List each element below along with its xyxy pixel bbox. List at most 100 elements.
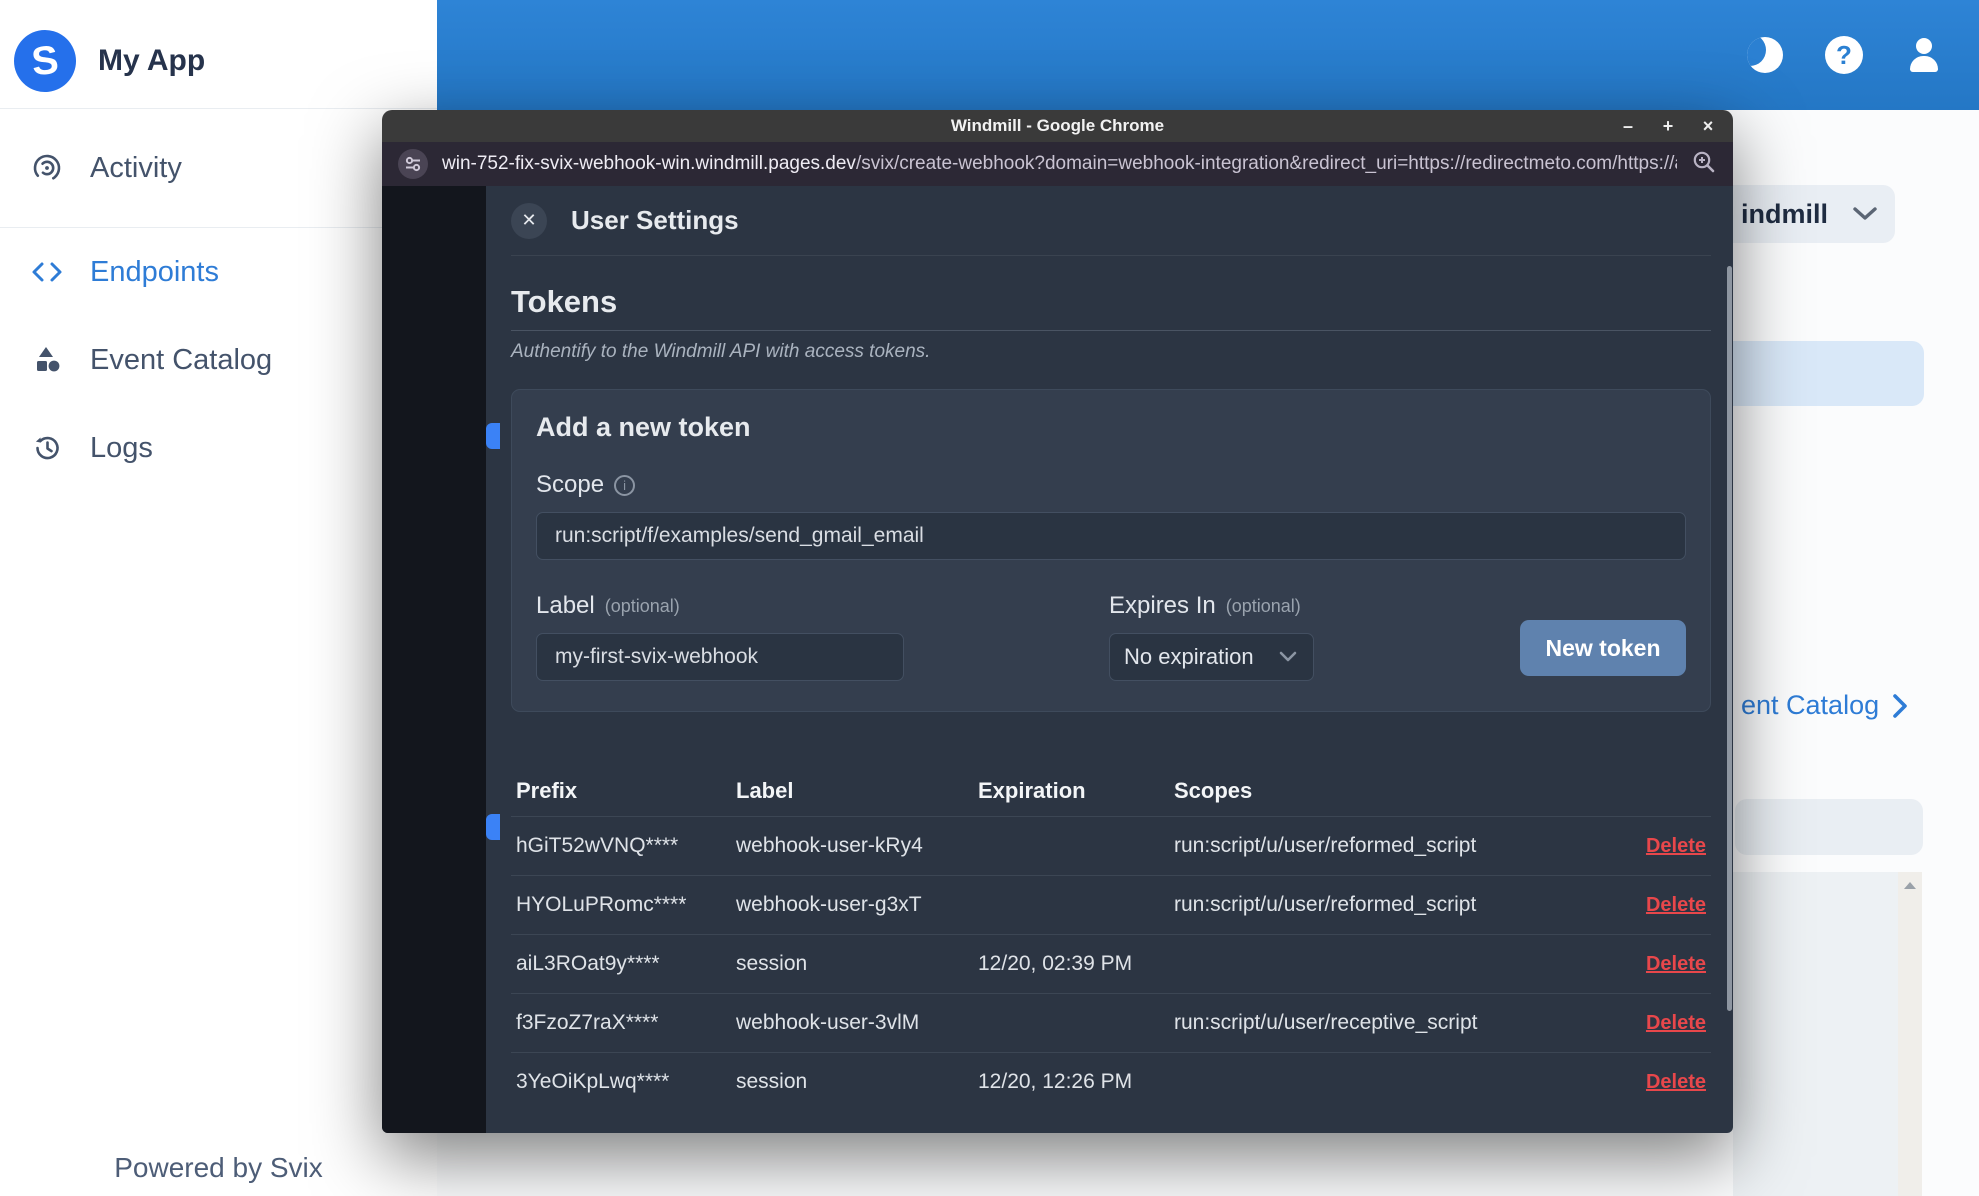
table-row: f3FzoZ7raX**** webhook-user-3vlM run:scr…	[511, 993, 1711, 1052]
expires-selected-value: No expiration	[1124, 644, 1254, 669]
maximize-button[interactable]: +	[1659, 116, 1677, 137]
delete-token-button[interactable]: Delete	[1646, 894, 1706, 917]
scopes-cell: run:script/u/user/reformed_script	[1174, 893, 1477, 916]
table-row: 3YeOiKpLwq**** session 12/20, 12:26 PM D…	[511, 1052, 1711, 1111]
optional-hint: (optional)	[604, 595, 680, 616]
col-prefix: Prefix	[516, 778, 578, 803]
label-group: Label (optional)	[536, 592, 904, 681]
modal-scrollbar[interactable]	[1727, 266, 1732, 1011]
label-cell: webhook-user-g3xT	[736, 893, 922, 916]
close-window-button[interactable]: ×	[1699, 116, 1717, 137]
chevron-right-icon	[1893, 693, 1907, 718]
scopes-cell: run:script/u/user/receptive_script	[1174, 1011, 1478, 1034]
label-input[interactable]	[536, 633, 904, 681]
add-token-card: Add a new token Scope i Label (optional)	[511, 389, 1711, 712]
page-scroll-area	[1733, 872, 1922, 1196]
scope-label: Scope i	[536, 471, 1686, 499]
site-settings-icon[interactable]	[398, 149, 428, 179]
url-bar[interactable]: win-752-fix-svix-webhook-win.windmill.pa…	[382, 142, 1733, 186]
workspace-dropdown-label: indmill	[1741, 198, 1828, 229]
delete-token-button[interactable]: Delete	[1646, 835, 1706, 858]
highlight-box	[1733, 341, 1924, 406]
expires-label: Expires In (optional)	[1109, 592, 1314, 620]
table-row: aiL3ROat9y**** session 12/20, 02:39 PM D…	[511, 934, 1711, 993]
chrome-window: Windmill - Google Chrome – + × win-752-f…	[382, 110, 1733, 1133]
page-scrollbar[interactable]	[1898, 872, 1922, 1196]
sidebar-item-label: Logs	[90, 431, 153, 464]
sidebar-item-logs[interactable]: Logs	[0, 404, 437, 492]
delete-token-button[interactable]: Delete	[1646, 1012, 1706, 1035]
prefix-cell: f3FzoZ7raX****	[516, 1011, 659, 1034]
sidebar-item-label: Endpoints	[90, 255, 219, 288]
app-header: ?	[437, 0, 1979, 110]
brand: S My App	[0, 0, 437, 108]
background-page: indmill ent Catalog	[1733, 110, 1979, 1196]
shapes-icon	[30, 343, 64, 377]
close-modal-button[interactable]: ✕	[511, 202, 547, 239]
sidebar-item-label: Event Catalog	[90, 343, 273, 376]
prefix-cell: hGiT52wVNQ****	[516, 834, 679, 857]
tokens-table: Prefix Label Expiration Scopes hGiT52wVN…	[511, 766, 1711, 1111]
window-titlebar[interactable]: Windmill - Google Chrome – + ×	[382, 110, 1733, 142]
event-catalog-link-label: ent Catalog	[1741, 690, 1880, 720]
tokens-heading: Tokens	[511, 284, 618, 319]
label-cell: webhook-user-3vlM	[736, 1011, 920, 1034]
expires-label-text: Expires In	[1109, 592, 1216, 619]
scopes-cell: run:script/u/user/reformed_script	[1174, 834, 1477, 857]
app-name: My App	[98, 44, 206, 77]
moon-icon[interactable]	[1747, 37, 1783, 73]
expires-group: Expires In (optional) No expiration	[1109, 592, 1314, 681]
user-icon[interactable]	[1905, 36, 1943, 74]
scroll-up-arrow-icon[interactable]	[1904, 882, 1916, 889]
token-form-row: Label (optional) Expires In (optional)	[536, 592, 1686, 681]
history-clock-icon	[30, 431, 64, 465]
prefix-cell: HYOLuPRomc****	[516, 893, 687, 916]
sidebar: S My App Activity Endpoints Event Catalo…	[0, 0, 437, 1196]
minimize-button[interactable]: –	[1619, 116, 1637, 137]
info-icon[interactable]: i	[614, 474, 636, 496]
workspace-dropdown[interactable]: indmill	[1733, 185, 1895, 243]
table-row: hGiT52wVNQ**** webhook-user-kRy4 run:scr…	[511, 816, 1711, 875]
sidebar-item-event-catalog[interactable]: Event Catalog	[0, 316, 437, 404]
powered-by-svix: Powered by Svix	[114, 1152, 323, 1183]
user-settings-modal: ✕ User Settings Tokens Authentify to the…	[486, 186, 1733, 1133]
url-text[interactable]: win-752-fix-svix-webhook-win.windmill.pa…	[442, 153, 1677, 175]
label-cell: webhook-user-kRy4	[736, 834, 923, 857]
expiration-cell: 12/20, 12:26 PM	[978, 1070, 1133, 1093]
delete-token-button[interactable]: Delete	[1646, 953, 1706, 976]
table-header: Prefix Label Expiration Scopes	[511, 766, 1711, 816]
modal-title: User Settings	[571, 205, 739, 235]
label-label-text: Label	[536, 592, 595, 619]
add-token-title: Add a new token	[536, 412, 751, 442]
delete-token-button[interactable]: Delete	[1646, 1071, 1706, 1094]
prefix-cell: aiL3ROat9y****	[516, 952, 660, 975]
url-path: /svix/create-webhook?domain=webhook-inte…	[855, 153, 1677, 174]
expiration-cell: 12/20, 02:39 PM	[978, 952, 1133, 975]
prefix-cell: 3YeOiKpLwq****	[516, 1070, 670, 1093]
screen: ? indmill ent Catalog S My App Activity …	[0, 0, 1979, 1196]
optional-hint: (optional)	[1225, 595, 1301, 616]
col-scopes: Scopes	[1174, 778, 1253, 803]
window-controls: – + ×	[1619, 110, 1717, 142]
tokens-subtitle: Authentify to the Windmill API with acce…	[511, 341, 931, 362]
activity-target-icon	[30, 151, 64, 185]
scope-input[interactable]	[536, 512, 1686, 560]
svix-logo: S	[10, 26, 80, 96]
event-catalog-link[interactable]: ent Catalog	[1741, 690, 1909, 721]
window-title: Windmill - Google Chrome	[950, 116, 1165, 135]
sidebar-item-label: Activity	[90, 151, 182, 184]
chevron-down-icon	[1279, 651, 1297, 662]
table-row: HYOLuPRomc**** webhook-user-g3xT run:scr…	[511, 875, 1711, 934]
sidebar-item-activity[interactable]: Activity	[0, 109, 437, 227]
collapsed-panel	[1735, 799, 1923, 855]
expires-select[interactable]: No expiration	[1109, 633, 1314, 681]
page-overlay-strip	[382, 186, 500, 1133]
sidebar-item-endpoints[interactable]: Endpoints	[0, 228, 437, 316]
help-icon[interactable]: ?	[1825, 36, 1863, 74]
col-label: Label	[736, 778, 794, 803]
new-token-button[interactable]: New token	[1520, 620, 1686, 676]
code-brackets-icon	[30, 255, 64, 289]
col-expiration: Expiration	[978, 778, 1086, 803]
zoom-in-icon[interactable]	[1691, 149, 1717, 180]
label-label: Label (optional)	[536, 592, 904, 620]
